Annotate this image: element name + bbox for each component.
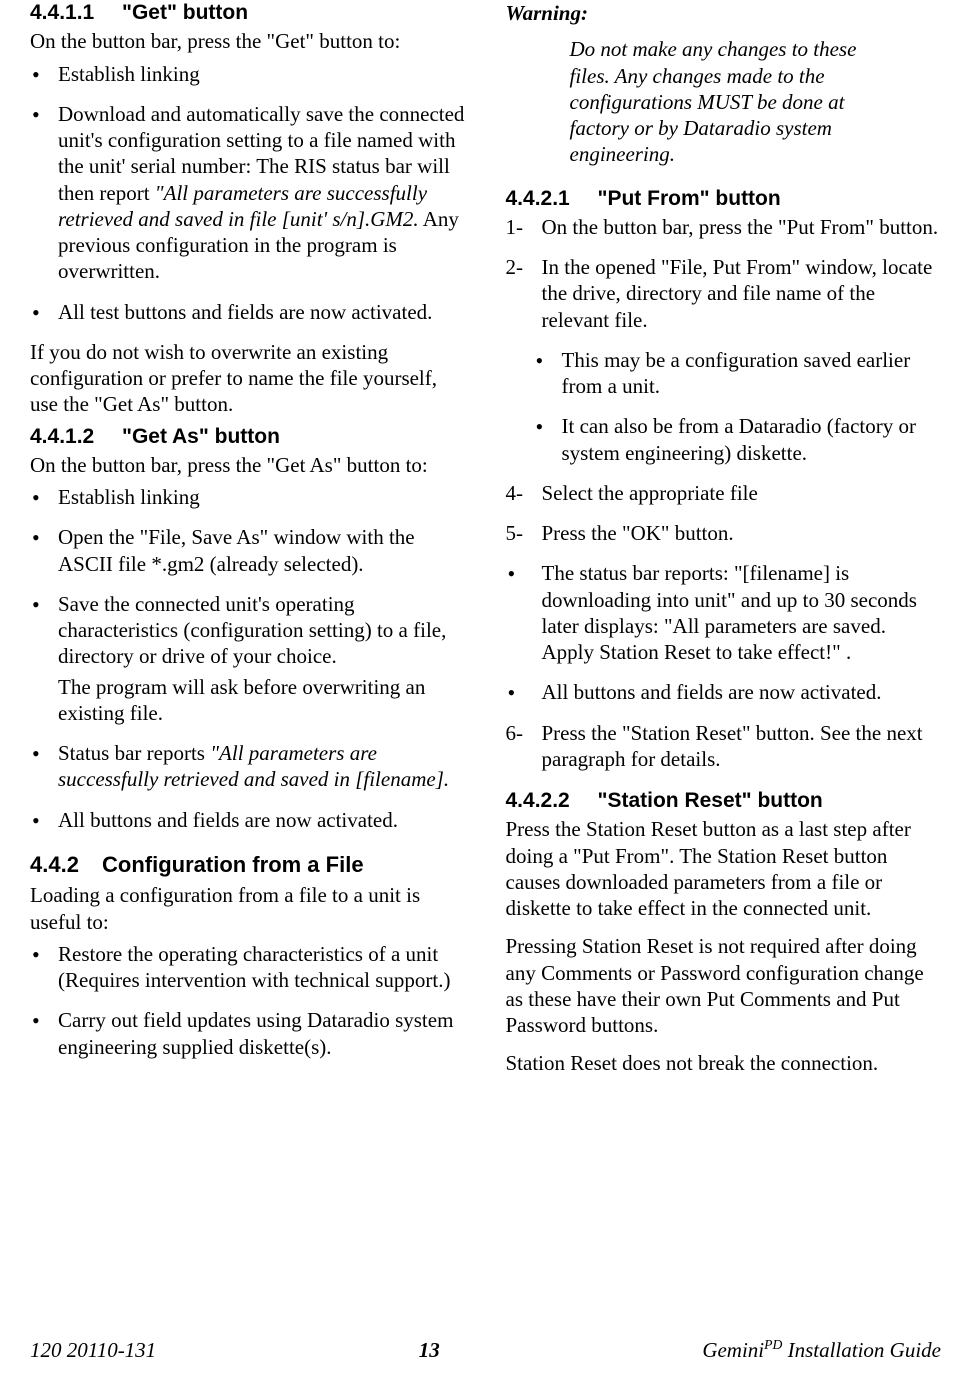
- list-item-text: Press the "Station Reset" button. See th…: [542, 721, 923, 771]
- list-item-text: Restore the operating characteristics of…: [58, 942, 450, 992]
- list-item-text: Select the appropriate file: [542, 481, 758, 505]
- paragraph: On the button bar, press the "Get" butto…: [30, 28, 466, 54]
- warning-heading: Warning:: [506, 0, 942, 26]
- list-item: All buttons and fields are now activated…: [30, 807, 466, 833]
- list-item: The status bar reports: "[filename] is d…: [506, 560, 942, 665]
- heading-4-4-2: 4.4.2Configuration from a File: [30, 851, 466, 879]
- list-item: All buttons and fields are now activated…: [506, 679, 942, 705]
- heading-4-4-1-2: 4.4.1.2"Get As" button: [30, 424, 466, 450]
- list-item: 5- Press the "OK" button.: [506, 520, 942, 546]
- list-item: 2- In the opened "File, Put From" window,…: [506, 254, 942, 333]
- list-item-text: All buttons and fields are now activated…: [542, 680, 882, 704]
- list-item-text: Carry out field updates using Dataradio …: [58, 1008, 453, 1058]
- heading-number: 4.4.2.1: [506, 186, 598, 212]
- list-item-text: Press the "OK" button.: [542, 521, 734, 545]
- list-item-text: On the button bar, press the "Put From" …: [542, 215, 939, 239]
- list-item: This may be a configuration saved earlie…: [534, 347, 942, 400]
- footer-right-a: Gemini: [702, 1338, 764, 1362]
- list-item-text: Save the connected unit's operating char…: [58, 592, 446, 669]
- heading-title: "Station Reset" button: [598, 789, 823, 812]
- numbered-list: 4- Select the appropriate file 5- Press th…: [506, 480, 942, 547]
- list-marker: 2-: [506, 254, 524, 280]
- bullet-list: Establish linking Download and automatic…: [30, 61, 466, 325]
- bullet-list: This may be a configuration saved earlie…: [534, 347, 942, 466]
- heading-title: "Get As" button: [122, 425, 280, 448]
- list-item: 4- Select the appropriate file: [506, 480, 942, 506]
- paragraph: Press the Station Reset button as a last…: [506, 816, 942, 921]
- footer-right: GeminiPD Installation Guide: [702, 1336, 941, 1363]
- list-item-text: Status bar reports: [58, 741, 210, 765]
- heading-title: "Put From" button: [598, 187, 781, 210]
- list-item-text: The status bar reports: "[filename] is d…: [542, 561, 917, 664]
- list-item-text: Establish linking: [58, 62, 200, 86]
- heading-title: Configuration from a File: [102, 852, 364, 877]
- list-marker: 4-: [506, 480, 524, 506]
- list-item: Establish linking: [30, 484, 466, 510]
- list-marker: 6-: [506, 720, 524, 746]
- warning-body: Do not make any changes to these files. …: [570, 36, 942, 167]
- bullet-list: The status bar reports: "[filename] is d…: [506, 560, 942, 705]
- list-item: Open the "File, Save As" window with the…: [30, 524, 466, 577]
- paragraph: If you do not wish to overwrite an exist…: [30, 339, 466, 418]
- paragraph: Station Reset does not break the connect…: [506, 1050, 942, 1076]
- bullet-list: Establish linking Open the "File, Save A…: [30, 484, 466, 833]
- list-marker: 1-: [506, 214, 524, 240]
- list-item-text: It can also be from a Dataradio (factory…: [562, 414, 917, 464]
- list-item: Save the connected unit's operating char…: [30, 591, 466, 726]
- heading-number: 4.4.1.1: [30, 0, 122, 26]
- list-marker: 5-: [506, 520, 524, 546]
- heading-number: 4.4.1.2: [30, 424, 122, 450]
- paragraph: On the button bar, press the "Get As" bu…: [30, 452, 466, 478]
- list-item: 1- On the button bar, press the "Put From…: [506, 214, 942, 240]
- list-item: Download and automatically save the conn…: [30, 101, 466, 285]
- paragraph: Loading a configuration from a file to a…: [30, 882, 466, 935]
- list-item-subtext: The program will ask before overwriting …: [58, 674, 466, 727]
- heading-4-4-1-1: 4.4.1.1"Get" button: [30, 0, 466, 26]
- list-item: Status bar reports "All parameters are s…: [30, 740, 466, 793]
- list-item: Establish linking: [30, 61, 466, 87]
- list-item: Restore the operating characteristics of…: [30, 941, 466, 994]
- heading-number: 4.4.2.2: [506, 788, 598, 814]
- bullet-list: Restore the operating characteristics of…: [30, 941, 466, 1060]
- footer-left: 120 20110-131: [30, 1337, 156, 1363]
- list-item: Carry out field updates using Dataradio …: [30, 1007, 466, 1060]
- list-item-text: This may be a configuration saved earlie…: [562, 348, 911, 398]
- footer-page-number: 13: [419, 1337, 440, 1363]
- numbered-list: 6- Press the "Station Reset" button. See …: [506, 720, 942, 773]
- list-item-text: All buttons and fields are now activated…: [58, 808, 398, 832]
- list-item-text: All test buttons and fields are now acti…: [58, 300, 432, 324]
- list-item: All test buttons and fields are now acti…: [30, 299, 466, 325]
- list-item-text: Establish linking: [58, 485, 200, 509]
- list-item-text: In the opened "File, Put From" window, l…: [542, 255, 933, 332]
- heading-title: "Get" button: [122, 1, 248, 24]
- list-item: 6- Press the "Station Reset" button. See …: [506, 720, 942, 773]
- paragraph: Pressing Station Reset is not required a…: [506, 933, 942, 1038]
- heading-number: 4.4.2: [30, 851, 102, 879]
- list-item: It can also be from a Dataradio (factory…: [534, 413, 942, 466]
- footer-right-b: Installation Guide: [782, 1338, 941, 1362]
- heading-4-4-2-1: 4.4.2.1"Put From" button: [506, 186, 942, 212]
- numbered-list: 1- On the button bar, press the "Put From…: [506, 214, 942, 333]
- heading-4-4-2-2: 4.4.2.2"Station Reset" button: [506, 788, 942, 814]
- page-footer: 120 20110-131 13 GeminiPD Installation G…: [30, 1336, 941, 1363]
- list-item-text: Open the "File, Save As" window with the…: [58, 525, 415, 575]
- footer-right-sup: PD: [764, 1337, 782, 1352]
